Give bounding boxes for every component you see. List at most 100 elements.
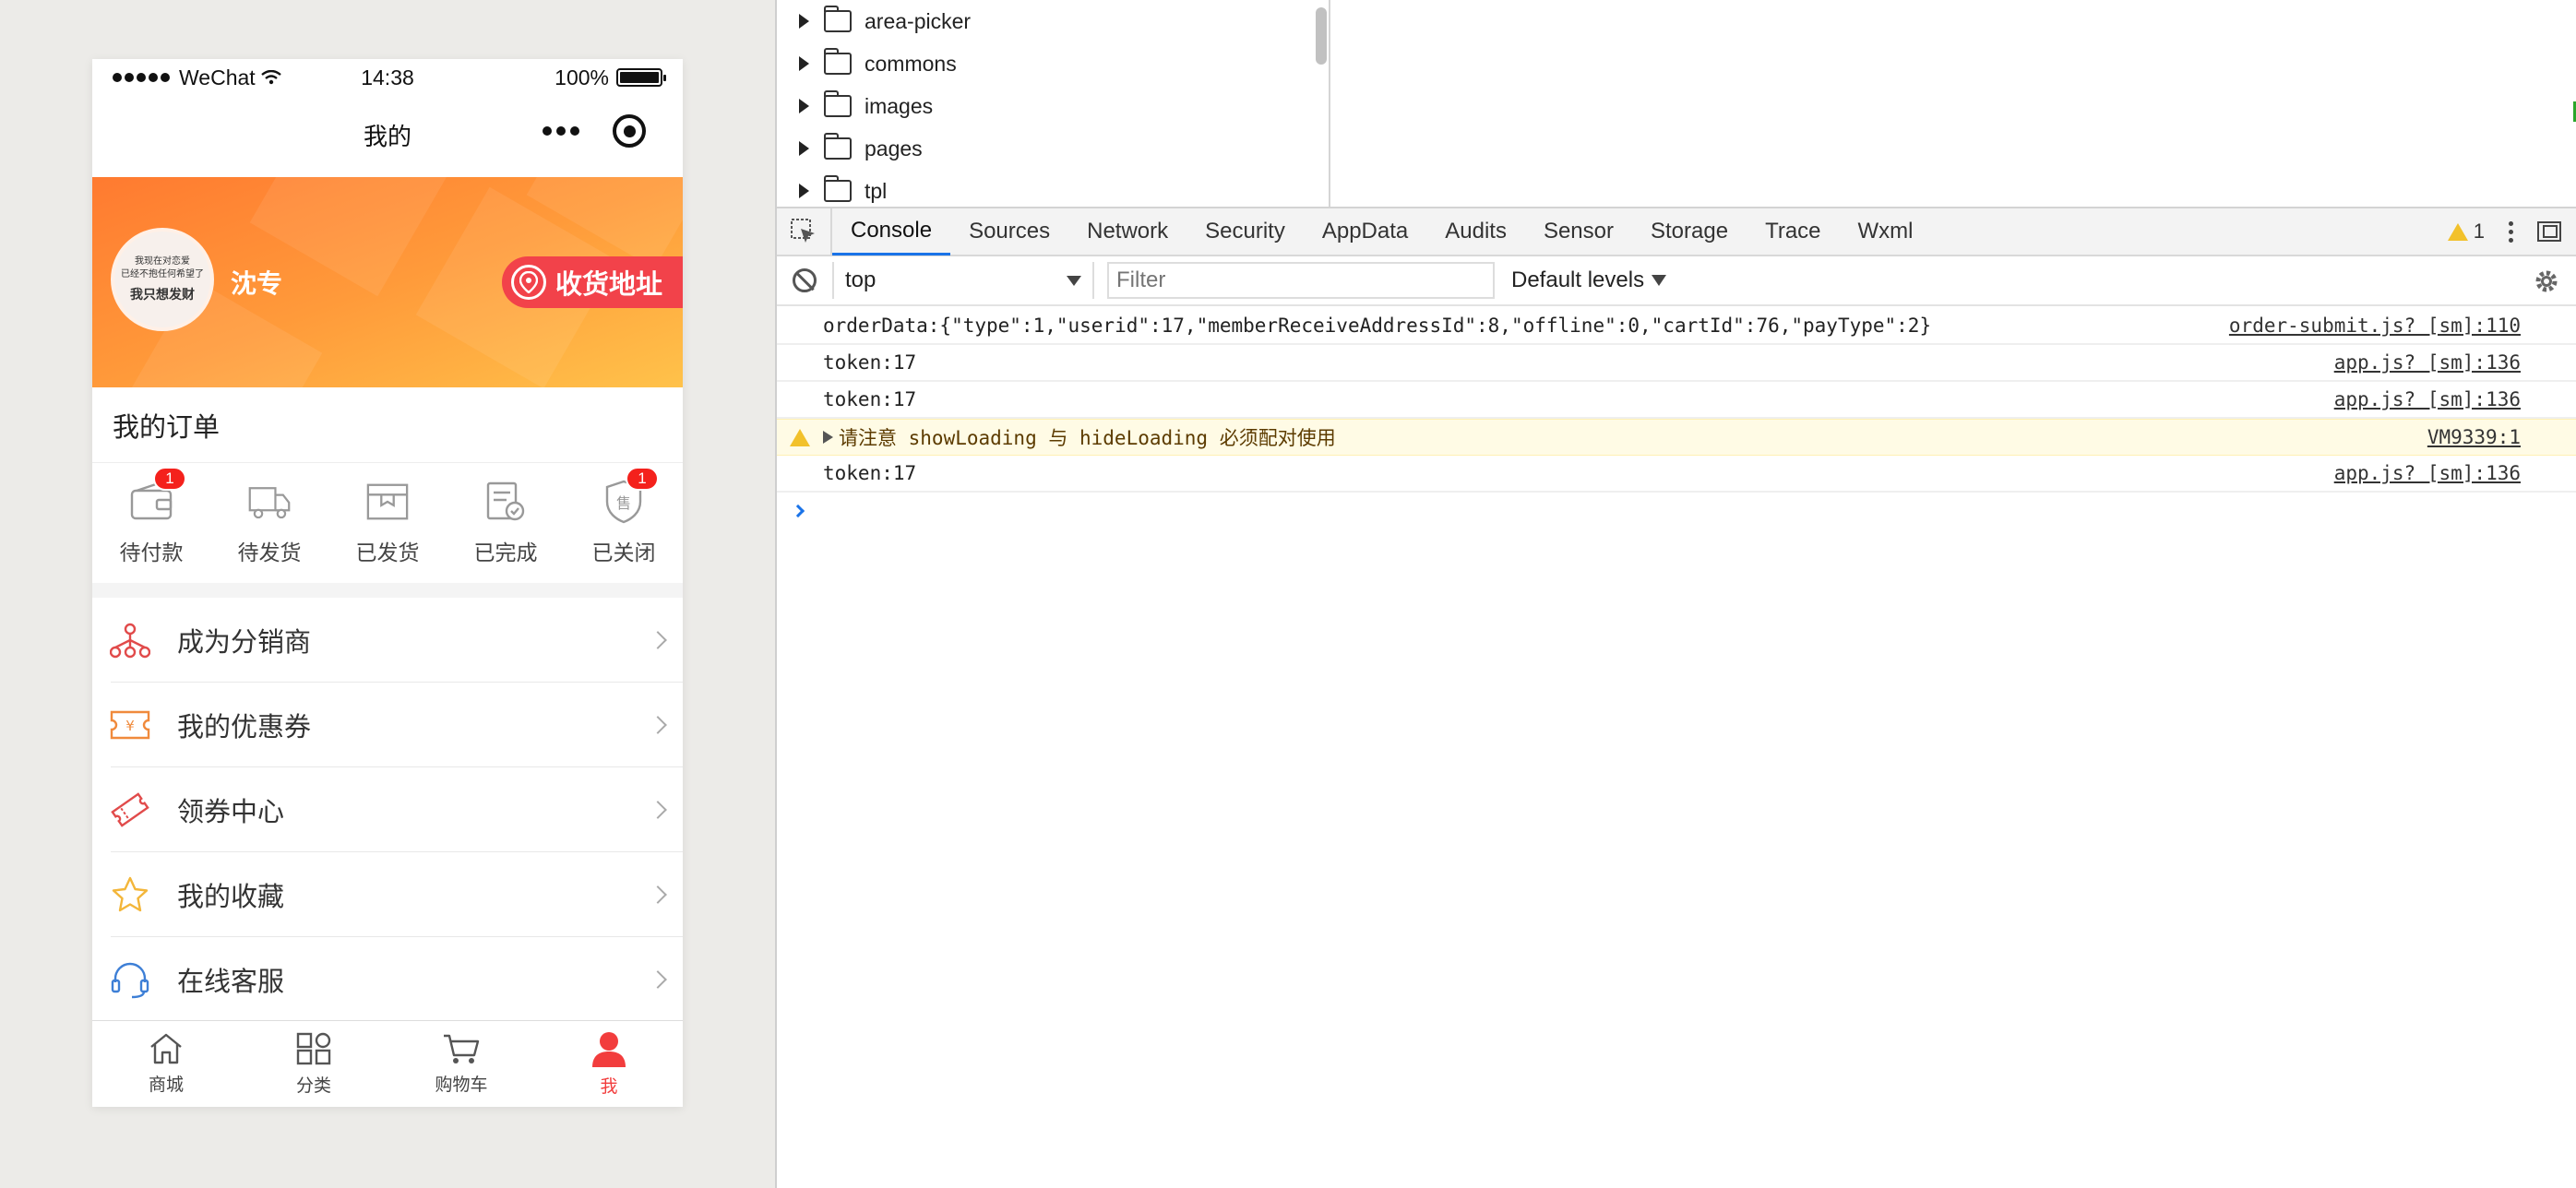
tab-me[interactable]: 我 xyxy=(535,1021,683,1107)
page-title: 我的 xyxy=(363,122,411,150)
completed-icon xyxy=(483,480,528,524)
order-pending-payment[interactable]: 1 待付款 xyxy=(101,467,202,566)
log-levels-select[interactable]: Default levels xyxy=(1511,267,1667,293)
phone-simulator: WeChat 14:38 100% 我的 我现在对恋爱 已经不抱任何希望了 我只… xyxy=(92,59,683,1107)
category-icon xyxy=(296,1032,331,1065)
cart-icon xyxy=(444,1034,480,1063)
address-button[interactable]: 收货地址 xyxy=(501,256,683,308)
order-label: 待付款 xyxy=(119,541,184,564)
expand-arrow-icon[interactable] xyxy=(799,56,809,71)
ticket-icon xyxy=(109,789,151,831)
tree-scrollbar[interactable] xyxy=(1316,7,1327,65)
tab-storage[interactable]: Storage xyxy=(1632,208,1747,255)
expand-arrow-icon[interactable] xyxy=(799,14,809,29)
folder-icon xyxy=(823,175,852,202)
tab-network[interactable]: Network xyxy=(1068,208,1187,255)
expand-arrow-icon[interactable] xyxy=(799,99,809,113)
dropdown-arrow-icon xyxy=(1067,275,1081,286)
truck-icon xyxy=(247,480,292,524)
order-pending-shipment[interactable]: 待发货 xyxy=(219,480,320,566)
order-badge: 1 xyxy=(626,467,659,491)
log-message: token:17 xyxy=(823,462,917,484)
battery-icon xyxy=(616,68,666,87)
log-message: token:17 xyxy=(823,388,917,410)
log-message: 请注意 showLoading 与 hideLoading 必须配对使用 xyxy=(839,427,1336,449)
folder-label: commons xyxy=(865,51,957,76)
tab-category[interactable]: 分类 xyxy=(240,1021,388,1107)
order-label: 已完成 xyxy=(473,541,538,564)
order-label: 已关闭 xyxy=(591,541,656,564)
aftersale-icon: 售 1 xyxy=(602,467,659,524)
close-target-icon[interactable] xyxy=(613,114,646,148)
tab-security[interactable]: Security xyxy=(1187,208,1304,255)
tree-folder[interactable]: commons xyxy=(777,42,1329,85)
warning-count: 1 xyxy=(2473,220,2485,243)
log-source-link[interactable]: app.js? [sm]:136 xyxy=(2334,462,2521,484)
chevron-right-icon xyxy=(649,631,667,649)
warning-icon xyxy=(2447,222,2468,241)
expand-arrow-icon[interactable] xyxy=(823,431,833,444)
menu-item-customer-service[interactable]: 在线客服 xyxy=(92,937,683,1022)
battery-percent: 100% xyxy=(555,65,609,89)
section-divider xyxy=(92,583,683,598)
more-options-icon[interactable] xyxy=(2509,220,2513,243)
tab-appdata[interactable]: AppData xyxy=(1304,208,1426,255)
folder-icon xyxy=(823,48,852,75)
tree-folder[interactable]: area-picker xyxy=(777,0,1329,42)
console-toolbar: top Default levels xyxy=(777,256,2576,306)
tab-console[interactable]: Console xyxy=(832,208,951,255)
username: 沈专 xyxy=(231,269,283,298)
order-shipped[interactable]: 已发货 xyxy=(337,480,438,566)
menu-label: 我的优惠券 xyxy=(177,713,312,742)
tree-folder[interactable]: images xyxy=(777,85,1329,127)
avatar[interactable]: 我现在对恋爱 已经不抱任何希望了 我只想发财 xyxy=(111,228,214,331)
log-source-link[interactable]: VM9339:1 xyxy=(2427,426,2521,448)
context-select[interactable]: top xyxy=(832,262,1094,299)
prompt-chevron-icon xyxy=(791,504,805,518)
expand-arrow-icon[interactable] xyxy=(799,184,809,198)
log-source-link[interactable]: order-submit.js? [sm]:110 xyxy=(2229,315,2521,337)
warning-counter[interactable]: 1 xyxy=(2447,220,2485,244)
tab-sensor[interactable]: Sensor xyxy=(1525,208,1632,255)
devtools-panel: area-picker commons images pages tpl Con… xyxy=(775,0,2576,1188)
gear-icon[interactable] xyxy=(2534,268,2559,294)
folder-icon xyxy=(823,133,852,160)
menu-item-distributor[interactable]: 成为分销商 xyxy=(92,598,683,683)
folder-label: pages xyxy=(865,136,923,160)
menu-item-coupon-center[interactable]: 领券中心 xyxy=(92,767,683,852)
tab-trace[interactable]: Trace xyxy=(1747,208,1839,255)
tab-wxml[interactable]: Wxml xyxy=(1840,208,1932,255)
more-icon[interactable] xyxy=(543,126,579,136)
log-source-link[interactable]: app.js? [sm]:136 xyxy=(2334,351,2521,374)
editor-pane xyxy=(1332,0,2576,207)
tab-audits[interactable]: Audits xyxy=(1426,208,1525,255)
tab-cart[interactable]: 购物车 xyxy=(388,1021,535,1107)
order-label: 已发货 xyxy=(355,541,420,564)
menu-item-coupons[interactable]: ¥ 我的优惠券 xyxy=(92,683,683,767)
menu-label: 我的收藏 xyxy=(177,883,285,912)
folder-label: area-picker xyxy=(865,8,972,33)
order-completed[interactable]: 已完成 xyxy=(455,480,556,566)
filter-input[interactable] xyxy=(1107,262,1495,299)
profile-banner: 我现在对恋爱 已经不抱任何希望了 我只想发财 沈专 收货地址 xyxy=(92,177,683,387)
log-source-link[interactable]: app.js? [sm]:136 xyxy=(2334,388,2521,410)
tree-folder[interactable]: tpl xyxy=(777,170,1329,207)
log-entry: token:17 app.js? [sm]:136 xyxy=(777,345,2576,382)
log-message: orderData:{"type":1,"userid":17,"memberR… xyxy=(823,315,1932,337)
tree-folder[interactable]: pages xyxy=(777,127,1329,170)
chevron-right-icon xyxy=(649,885,667,904)
console-prompt[interactable] xyxy=(777,493,2576,529)
order-badge: 1 xyxy=(153,467,186,491)
inspect-element-icon[interactable] xyxy=(777,208,832,255)
expand-arrow-icon[interactable] xyxy=(799,141,809,156)
order-label: 待发货 xyxy=(237,541,302,564)
order-closed[interactable]: 售 1 已关闭 xyxy=(573,467,674,566)
clear-console-icon[interactable] xyxy=(777,268,832,292)
menu-item-favorites[interactable]: 我的收藏 xyxy=(92,852,683,937)
tab-sources[interactable]: Sources xyxy=(950,208,1068,255)
wifi-icon xyxy=(260,70,281,85)
tab-mall[interactable]: 商城 xyxy=(92,1021,240,1107)
dropdown-arrow-icon xyxy=(1652,275,1667,286)
svg-text:¥: ¥ xyxy=(125,718,135,734)
undock-icon[interactable] xyxy=(2537,221,2561,242)
